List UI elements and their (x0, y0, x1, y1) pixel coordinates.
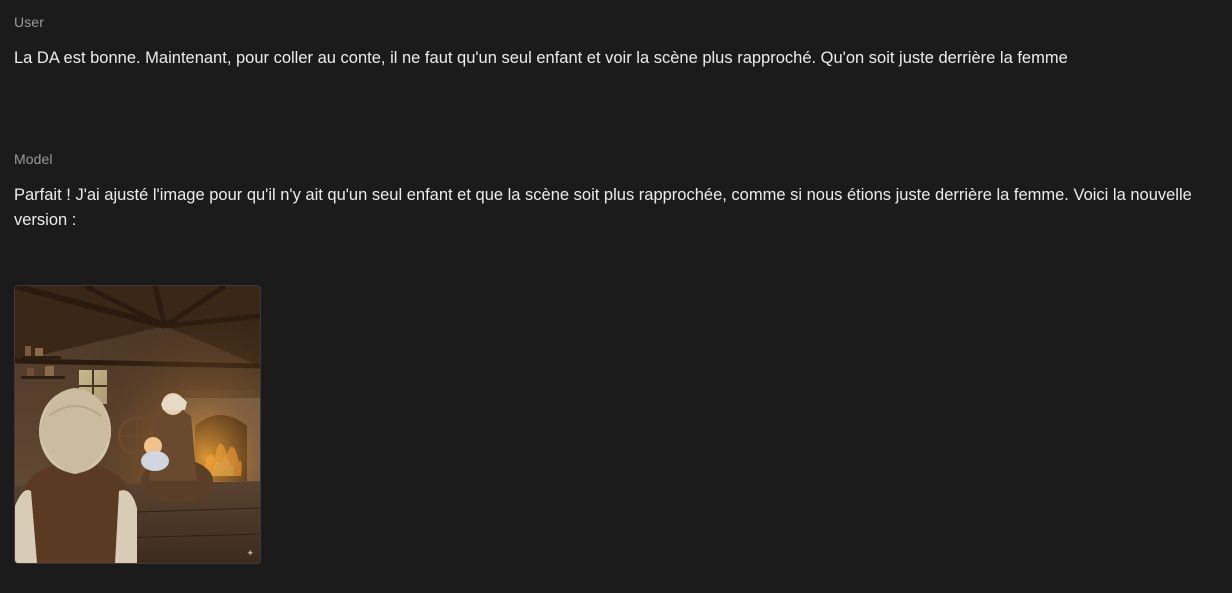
generated-image[interactable]: ✦ (14, 285, 261, 564)
chat-transcript: User La DA est bonne. Maintenant, pour c… (0, 0, 1232, 593)
user-message: La DA est bonne. Maintenant, pour coller… (14, 49, 1068, 67)
model-role-label: Model (14, 151, 53, 167)
model-message: Parfait ! J'ai ajusté l'image pour qu'il… (14, 186, 1197, 229)
sparkle-icon: ✦ (246, 548, 254, 558)
user-role-label: User (14, 14, 44, 30)
cottage-hearth-illustration (15, 286, 260, 563)
